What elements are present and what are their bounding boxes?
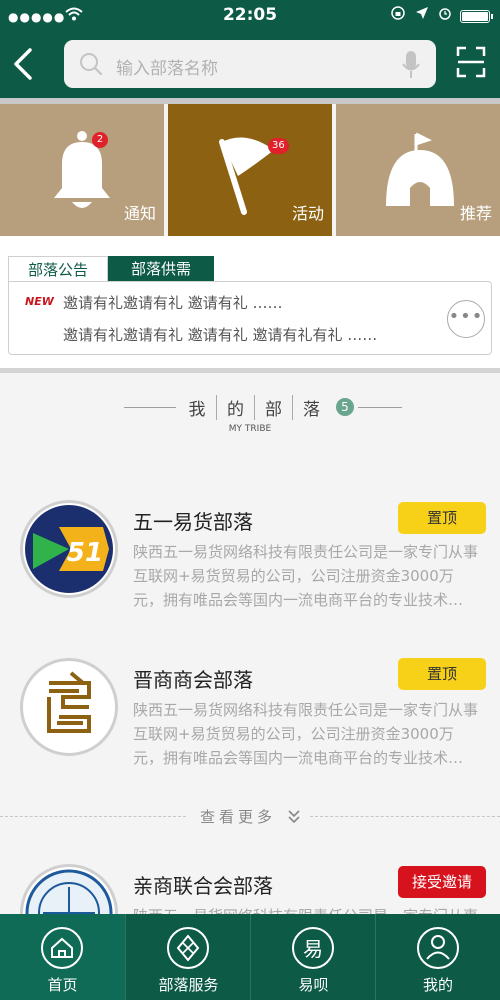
search-icon [80,53,103,76]
dash-left [0,816,186,817]
tribe-item[interactable]: 亲商联合会部落 陕西五一易货网络科技有限责任公司是一家专门从事 接受邀请 [0,864,500,914]
tab-tribe-supply-demand[interactable]: 部落供需 [108,256,214,282]
new-tag: NEW [25,295,54,308]
tile-notice[interactable]: 2 通知 [0,104,164,236]
status-icons [391,6,452,24]
heading-line-left [124,407,176,408]
lock-rotation-icon [391,6,405,20]
title-char: 的 [216,395,254,420]
bottom-nav: 首页 部落服务 易 易呗 我的 [0,914,500,1000]
tribe-item[interactable]: 51 五一易货部落 陕西五一易货网络科技有限责任公司是一家专门从事互联网+易货贸… [0,500,500,612]
user-icon [417,927,459,969]
accept-invite-button[interactable]: 接受邀请 [398,866,486,898]
see-more-label[interactable]: 查看更多 [200,806,276,827]
tribe-desc: 陕西五一易货网络科技有限责任公司是一家专门从事互联网+易货贸易的公司，公司注册资… [133,543,479,609]
my-tribe-subtitle: MY TRIBE [228,424,272,434]
nav-yibei[interactable]: 易 易呗 [251,914,376,1000]
yibei-icon: 易 [292,927,334,969]
tribe-item[interactable]: 晋商商会部落 陕西五一易货网络科技有限责任公司是一家专门从事互联网+易货贸易的公… [0,658,500,770]
tab-tribe-notice[interactable]: 部落公告 [8,256,108,282]
title-char: 我 [188,400,206,420]
tribe-desc: 陕西五一易货网络科技有限责任公司是一家专门从事互联网+易货贸易的公司，公司注册资… [133,701,479,767]
title-char: 部 [254,395,292,420]
tribe-logo: 51 [20,500,118,598]
svg-text:易: 易 [303,937,323,961]
title-char: 落 [292,395,330,420]
announcement-line[interactable]: 邀请有礼邀请有礼 邀请有礼 …… [63,292,283,313]
my-tribe-title: 我的部落 [178,395,330,420]
home-icon [41,927,83,969]
activity-badge: 36 [268,138,289,154]
nav-yibei-label: 易呗 [298,976,329,994]
tile-activity[interactable]: 36 活动 [168,104,332,236]
tent-icon [386,132,454,206]
announcement-box: NEW 邀请有礼邀请有礼 邀请有礼 …… 邀请有礼邀请有礼 邀请有礼 邀请有礼有… [8,281,492,355]
tribe-logo [20,658,118,756]
tribe-name: 晋商商会部落 [133,668,253,692]
tile-recommend-label: 推荐 [459,204,492,223]
status-bar: ●●●●● 22:05 [0,0,500,32]
heading-line-right [358,407,402,408]
tribe-name: 亲商联合会部落 [133,874,273,898]
section-divider [0,368,500,373]
tile-recommend[interactable]: 推荐 [336,104,500,236]
nav-tribe-service-label: 部落服务 [158,976,219,994]
announcement-line[interactable]: 邀请有礼邀请有礼 邀请有礼 邀请有礼有礼 …… [63,324,377,345]
my-tribe-heading: 我的部落 5 MY TRIBE [0,390,500,440]
search-box[interactable]: 输入部落名称 [64,40,436,88]
qinshang-logo-icon [25,869,113,914]
tribe-desc: 陕西五一易货网络科技有限责任公司是一家专门从事 [133,904,483,914]
nav-mine-label: 我的 [422,976,453,994]
alarm-icon [439,8,451,20]
nav-mine[interactable]: 我的 [376,914,500,1000]
nav-tribe-service[interactable]: 部落服务 [126,914,251,1000]
notice-badge: 2 [92,132,108,148]
tile-activity-label: 活动 [291,204,324,223]
dash-right [310,816,500,817]
see-more-row[interactable]: 查看更多 [0,806,500,828]
logo-text: 51 [67,538,103,568]
pin-top-button[interactable]: 置顶 [398,658,486,690]
tribe-name: 五一易货部落 [133,510,253,534]
tile-notice-label: 通知 [123,204,156,223]
tribe-count-badge: 5 [336,398,354,416]
double-chevron-down-icon [288,810,300,824]
scan-icon[interactable] [456,46,486,78]
jinshang-logo-icon [47,671,91,733]
nav-home[interactable]: 首页 [0,914,125,1000]
pin-top-button[interactable]: 置顶 [398,502,486,534]
search-input[interactable]: 输入部落名称 [116,54,218,79]
top-bar: ●●●●● 22:05 输入部落名称 [0,0,500,98]
microphone-icon[interactable] [400,49,422,81]
more-button[interactable]: ••• [447,300,485,338]
back-arrow-icon[interactable] [8,44,40,84]
location-icon [415,7,428,19]
tribe-logo [20,864,118,914]
service-icon [167,927,209,969]
nav-home-label: 首页 [47,976,78,994]
wuyi-logo-icon: 51 [25,505,113,593]
battery-icon [460,10,493,23]
